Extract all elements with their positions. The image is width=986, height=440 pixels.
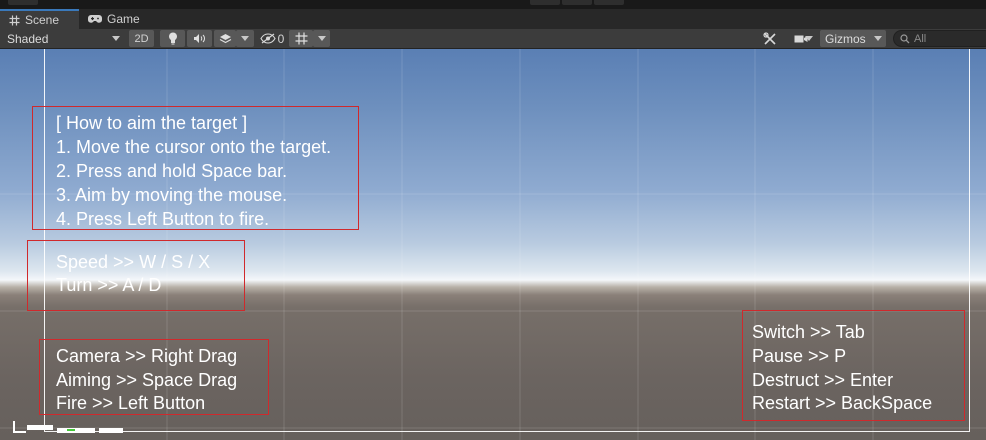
audio-toggle-button[interactable] [187, 30, 212, 47]
grid-toggle-button[interactable] [289, 30, 313, 47]
view-tab-bar: Scene Game [0, 9, 986, 30]
tab-game-label: Game [107, 12, 140, 26]
tab-scene[interactable]: Scene [0, 9, 79, 29]
chevron-down-icon [874, 36, 882, 41]
grid-icon [295, 32, 307, 45]
tools-button[interactable] [759, 30, 781, 47]
step-button-fragment[interactable] [594, 0, 624, 5]
layers-icon [219, 34, 231, 44]
shading-mode-dropdown[interactable]: Shaded [2, 30, 124, 47]
tab-game[interactable]: Game [79, 9, 151, 29]
2d-toggle-button[interactable]: 2D [129, 30, 154, 47]
play-button-fragment[interactable] [530, 0, 560, 5]
chevron-down-icon [241, 36, 249, 41]
aim-step-4: 4. Press Left Button to fire. [56, 209, 270, 229]
gizmos-dropdown[interactable]: Gizmos [820, 30, 886, 47]
pause-button-fragment[interactable] [562, 0, 592, 5]
grid-dropdown-button[interactable] [313, 30, 330, 47]
chevron-down-icon [318, 36, 326, 41]
aim-step-1: 1. Move the cursor onto the target. [56, 137, 332, 157]
grid-hash-icon [9, 15, 20, 25]
hierarchy-search-input[interactable]: All [893, 30, 986, 47]
chevron-down-icon [112, 36, 120, 41]
aim-instructions-title: [ How to aim the target ] [56, 113, 248, 133]
lightbulb-icon [168, 32, 177, 45]
camera-settings-button[interactable] [786, 30, 816, 47]
gamepad-icon [88, 15, 102, 23]
hidden-objects-count: 0 [277, 31, 285, 46]
editor-top-strip [0, 0, 986, 9]
search-icon [900, 33, 910, 43]
aim-step-2: 2. Press and hold Space bar. [56, 161, 288, 181]
lighting-toggle-button[interactable] [160, 30, 185, 47]
top-toolbar-fragment [8, 0, 38, 5]
effects-toggle-button[interactable] [214, 30, 236, 47]
scene-visibility-toggle[interactable]: 0 [257, 30, 287, 47]
effects-dropdown-button[interactable] [236, 30, 254, 47]
search-placeholder: All [914, 32, 927, 45]
aim-step-3: 3. Aim by moving the mouse. [56, 185, 288, 205]
shading-mode-value: Shaded [7, 31, 49, 46]
stats-overlay-fragment [13, 421, 123, 433]
speed-control-text: Speed >> W / S / X [56, 252, 211, 272]
scene-toolbar: Shaded 2D 0 Gizmos All [0, 29, 986, 49]
destruct-control-text: Destruct >> Enter [752, 370, 894, 390]
2d-toggle-label: 2D [134, 32, 149, 45]
aiming-control-text: Aiming >> Space Drag [56, 370, 238, 390]
chevron-down-icon [805, 36, 813, 41]
turn-control-text: Turn >> A / D [56, 275, 162, 295]
switch-control-text: Switch >> Tab [752, 322, 865, 342]
speaker-icon [194, 34, 205, 43]
tab-scene-label: Scene [25, 13, 60, 27]
scene-viewport[interactable]: [ How to aim the target ] 1. Move the cu… [0, 49, 986, 440]
restart-control-text: Restart >> BackSpace [752, 393, 933, 413]
eye-slash-icon [260, 33, 276, 44]
tools-icon [763, 31, 776, 45]
camera-control-text: Camera >> Right Drag [56, 346, 238, 366]
gizmos-label: Gizmos [825, 31, 866, 46]
pause-control-text: Pause >> P [752, 346, 847, 366]
fire-control-text: Fire >> Left Button [56, 393, 206, 413]
